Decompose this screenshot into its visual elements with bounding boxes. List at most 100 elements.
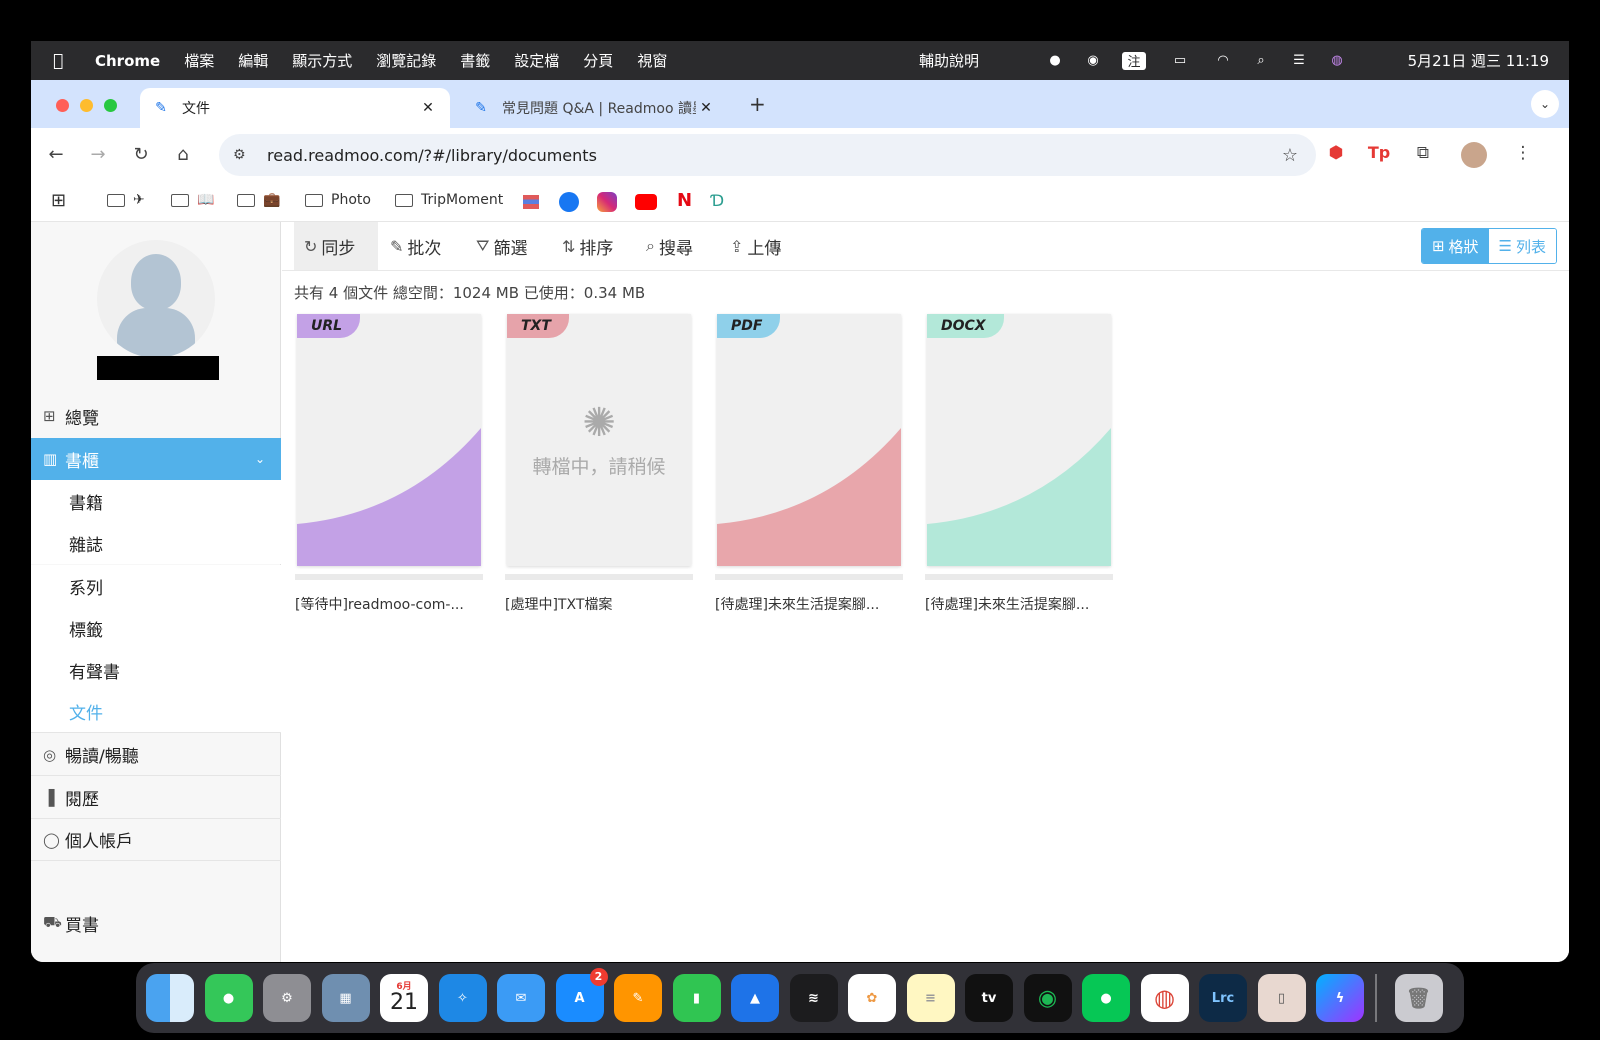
document-title[interactable]: [待處理]未來生活提案腳... — [925, 594, 1113, 614]
tp-extension-icon[interactable]: Tp — [1367, 143, 1391, 162]
menu-edit[interactable]: 編輯 — [238, 50, 268, 71]
messenger-icon[interactable]: ϟ — [1316, 974, 1364, 1022]
bookmark-folder-books[interactable]: 📖 — [171, 192, 214, 208]
netflix-icon[interactable]: N — [677, 190, 692, 211]
mail-icon[interactable]: ✉ — [497, 974, 545, 1022]
site-settings-icon[interactable]: ⚙ — [233, 147, 253, 163]
filter-button[interactable]: ⛛ 篩選 — [476, 222, 527, 270]
menu-help[interactable]: 輔助說明 — [919, 50, 979, 71]
close-tab-icon[interactable]: ✕ — [418, 100, 438, 116]
sidebar-item-documents[interactable]: 文件 — [31, 691, 281, 733]
sidebar-item-overview[interactable]: ⊞ 總覽 — [31, 395, 281, 437]
sidebar-item-buy-books[interactable]: ⛟ 買書 — [31, 902, 281, 944]
photos-icon[interactable]: ✿ — [848, 974, 896, 1022]
minimize-window-button[interactable] — [80, 99, 93, 112]
sidebar-item-account[interactable]: ◯ 個人帳戶 — [31, 819, 281, 861]
siri-icon[interactable]: ◍ — [1328, 52, 1346, 70]
system-settings-icon[interactable]: ⚙ — [263, 974, 311, 1022]
line-app-icon[interactable]: ● — [1082, 974, 1130, 1022]
pages-icon[interactable]: ✎ — [614, 974, 662, 1022]
input-method-icon[interactable]: 注 — [1122, 51, 1146, 70]
menu-window[interactable]: 視窗 — [637, 50, 667, 71]
more-menu-icon[interactable]: ⋮ — [1511, 143, 1535, 163]
menu-tab[interactable]: 分頁 — [583, 50, 613, 71]
spotify-icon[interactable]: ◉ — [1023, 974, 1072, 1022]
tab-search-chevron-icon[interactable]: ⌄ — [1531, 90, 1559, 118]
new-tab-button[interactable]: + — [749, 92, 766, 116]
address-bar[interactable]: ⚙ read.readmoo.com/?#/library/documents … — [219, 134, 1316, 176]
safari-icon[interactable]: ✧ — [438, 974, 487, 1022]
preview-icon[interactable]: ▦ — [321, 974, 370, 1022]
document-card[interactable]: TXT ✺ 轉檔中，請稍候 — [507, 314, 691, 566]
apps-grid-icon[interactable]: ⊞ — [51, 190, 66, 211]
iphone-mirroring-icon[interactable]: ▯ — [1257, 974, 1306, 1022]
sidebar-item-magazines[interactable]: 雜誌 — [31, 522, 281, 564]
youtube-icon[interactable] — [635, 194, 657, 210]
close-tab-icon[interactable]: ✕ — [696, 100, 716, 116]
document-card[interactable]: DOCX — [927, 314, 1111, 566]
wifi-icon[interactable]: ◠ — [1214, 52, 1232, 70]
menu-view[interactable]: 顯示方式 — [292, 50, 352, 71]
extensions-puzzle-icon[interactable]: ⧉ — [1411, 143, 1435, 163]
search-button[interactable]: ⌕ 搜尋 — [646, 222, 693, 270]
upload-button[interactable]: ⇪ 上傳 — [730, 222, 781, 270]
close-window-button[interactable] — [56, 99, 69, 112]
sidebar-item-tags[interactable]: 標籤 — [31, 607, 281, 649]
document-card[interactable]: URL — [297, 314, 481, 566]
list-view-button[interactable]: ☰ 列表 — [1488, 229, 1556, 263]
sidebar-item-history[interactable]: ▐ 閱歷 — [31, 777, 281, 819]
bookmark-folder-photo[interactable]: Photo — [305, 192, 371, 208]
record-icon[interactable]: ● — [1046, 52, 1064, 70]
user-avatar[interactable] — [97, 240, 215, 358]
menu-clock[interactable]: 5月21日 週三 11:19 — [1408, 50, 1549, 71]
instagram-icon[interactable] — [597, 192, 617, 212]
facebook-icon[interactable] — [559, 192, 579, 212]
profile-avatar-icon[interactable] — [1461, 142, 1487, 168]
address-url[interactable]: read.readmoo.com/?#/library/documents — [267, 146, 597, 165]
document-card[interactable]: PDF — [717, 314, 901, 566]
sync-button[interactable]: ↻ 同步 — [294, 222, 378, 270]
menu-file[interactable]: 檔案 — [184, 50, 214, 71]
back-arrow-icon[interactable]: ← — [44, 144, 68, 165]
adblock-extension-icon[interactable]: ⬢ — [1324, 143, 1348, 163]
forward-arrow-icon[interactable]: → — [86, 144, 110, 165]
bookmark-folder-bag[interactable]: 💼 — [237, 192, 280, 208]
tab-documents[interactable]: ✎ 文件 ✕ — [140, 88, 450, 128]
apple-tv-icon[interactable]: tv — [965, 974, 1013, 1022]
line-status-icon[interactable]: ◉ — [1084, 52, 1102, 70]
calendar-icon[interactable]: 6月 21 — [380, 974, 428, 1022]
keynote-icon[interactable]: ▲ — [731, 974, 779, 1022]
reload-icon[interactable]: ↻ — [129, 144, 153, 165]
home-icon[interactable]: ⌂ — [171, 144, 195, 165]
tab-faq[interactable]: ✎ 常見問題 Q&A | Readmoo 讀墨 ✕ — [464, 88, 724, 128]
sidebar-item-books[interactable]: 書籍 — [31, 480, 281, 522]
bookmark-folder-travel[interactable]: ✈ — [107, 192, 145, 208]
chrome-icon[interactable]: ◍ — [1140, 974, 1189, 1022]
lightroom-icon[interactable]: Lrc — [1199, 974, 1247, 1022]
apple-icon[interactable]:  — [53, 51, 71, 71]
sidebar-item-unlimited[interactable]: ◎ 暢讀/暢聽 — [31, 734, 281, 776]
menu-bookmarks[interactable]: 書籤 — [460, 50, 490, 71]
trash-icon[interactable]: 🗑 — [1394, 974, 1443, 1022]
sidebar-item-audiobooks[interactable]: 有聲書 — [31, 649, 281, 691]
bookmark-star-icon[interactable]: ☆ — [1282, 145, 1298, 166]
batch-button[interactable]: ✎ 批次 — [390, 222, 441, 270]
grid-view-button[interactable]: ⊞ 格狀 — [1421, 229, 1489, 263]
flag-bookmark-icon[interactable] — [523, 195, 539, 209]
document-title[interactable]: [待處理]未來生活提案腳... — [715, 594, 903, 614]
document-title[interactable]: [處理中]TXT檔案 — [505, 594, 693, 614]
zoom-window-button[interactable] — [104, 99, 117, 112]
voice-memos-icon[interactable]: ≋ — [789, 974, 838, 1022]
document-title[interactable]: [等待中]readmoo-com-... — [295, 594, 483, 614]
finder-icon[interactable] — [146, 974, 194, 1022]
sidebar-item-series[interactable]: 系列 — [31, 565, 281, 607]
spotlight-icon[interactable]: ⌕ — [1252, 52, 1270, 70]
bookmark-folder-tripmoment[interactable]: TripMoment — [395, 192, 503, 208]
messages-icon[interactable]: ● — [204, 974, 253, 1022]
menu-history[interactable]: 瀏覽記錄 — [376, 50, 436, 71]
menu-app-name[interactable]: Chrome — [95, 52, 160, 70]
sidebar-item-bookshelf[interactable]: ▥ 書櫃 ⌄ — [31, 438, 281, 480]
app-store-icon[interactable]: A2 — [555, 968, 608, 1022]
notes-icon[interactable]: ≡ — [906, 974, 955, 1022]
menu-profiles[interactable]: 設定檔 — [514, 50, 559, 71]
